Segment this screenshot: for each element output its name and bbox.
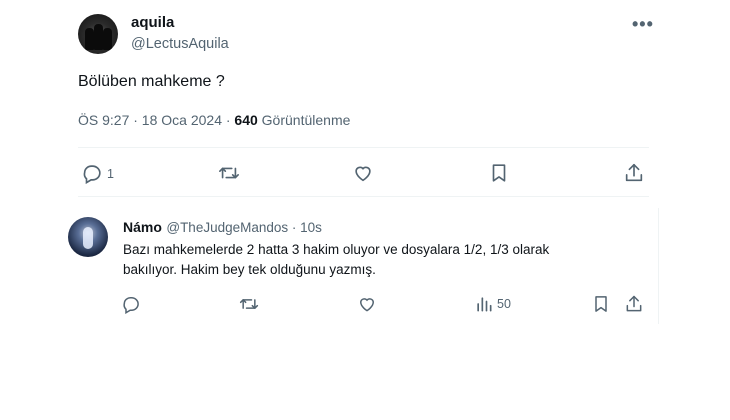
reply-count: 1 [107,167,114,181]
divider [78,196,649,197]
reply-author-name[interactable]: Námo [123,219,162,235]
reply-text: Bazı mahkemelerde 2 hatta 3 hakim oluyor… [123,240,623,280]
heart-icon[interactable] [357,294,377,314]
reply-icon[interactable] [81,162,103,184]
panel-border [658,208,659,324]
heart-icon[interactable] [352,162,374,184]
repost-icon[interactable] [239,294,259,314]
reply-author-avatar[interactable] [68,217,108,257]
divider [78,147,649,148]
share-icon[interactable] [624,294,644,314]
bookmark-icon[interactable] [591,294,611,314]
reply-views-count: 50 [497,297,511,311]
tweet-meta: ÖS 9:27 · 18 Oca 2024 · 640 Görüntülenme [78,112,350,128]
reply-text-line: Bazı mahkemelerde 2 hatta 3 hakim oluyor… [123,242,550,257]
tweet-timestamp[interactable]: ÖS 9:27 · 18 Oca 2024 · [78,112,231,128]
author-handle[interactable]: @LectusAquila [131,36,229,52]
share-icon[interactable] [623,162,645,184]
bookmark-icon[interactable] [488,162,510,184]
tweet-text: Bölüben mahkeme ? [78,73,225,90]
views-label: Görüntülenme [261,112,351,128]
author-name[interactable]: aquila [131,14,174,31]
reply-author-handle[interactable]: @TheJudgeMandos · 10s [166,220,322,235]
views-chart-icon[interactable] [474,294,494,314]
author-avatar[interactable] [78,14,118,54]
reply-text-line: bakılıyor. Hakim bey tek olduğunu yazmış… [123,262,376,277]
repost-icon[interactable] [218,162,240,184]
views-count: 640 [234,112,258,128]
reply-header: Námo @TheJudgeMandos · 10s [123,219,322,237]
reply-icon[interactable] [121,294,141,314]
more-options-icon[interactable]: ••• [632,14,654,35]
